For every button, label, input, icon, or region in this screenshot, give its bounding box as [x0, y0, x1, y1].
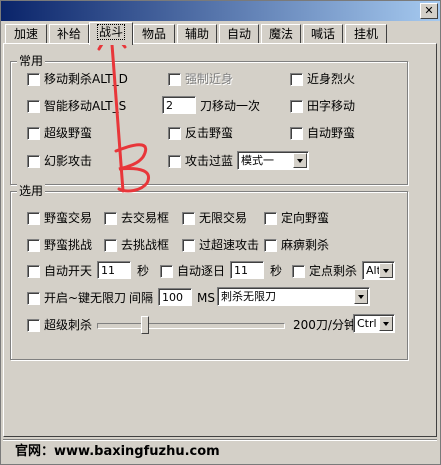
red-arrow-annotation	[97, 26, 150, 193]
annotation-overlay	[97, 26, 150, 193]
app-window: ✕ 加速 补给 战斗 物品 辅助 自动 魔法 喊话 挂机 常用 移动剩杀ALT_…	[0, 0, 441, 465]
tab-battle[interactable]: 战斗	[89, 22, 133, 45]
